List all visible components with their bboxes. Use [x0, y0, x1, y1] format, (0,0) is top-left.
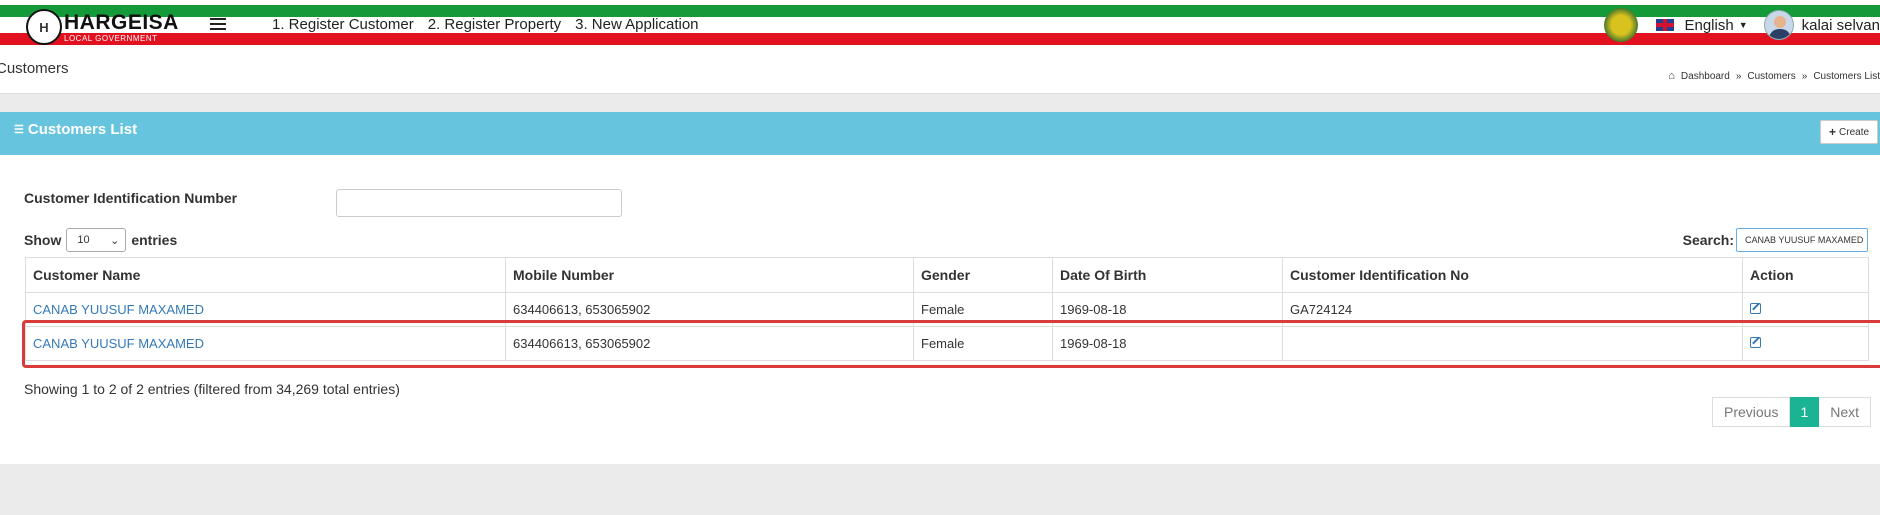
column-header-mobile-number[interactable]: Mobile Number [505, 257, 914, 293]
search-label: Search: [1682, 232, 1734, 248]
dob-cell: 1969-08-18 [1052, 326, 1283, 361]
language-label: English [1684, 16, 1734, 34]
customer-name-link[interactable]: CANAB YUUSUF MAXAMED [25, 292, 506, 327]
table-info: Showing 1 to 2 of 2 entries (filtered fr… [24, 381, 400, 397]
page-size-value: 10 [77, 234, 90, 246]
action-cell [1742, 326, 1869, 361]
uk-flag-icon [1656, 19, 1675, 31]
hamburger-icon[interactable] [210, 18, 226, 30]
panel-title-text: Customers List [27, 121, 138, 138]
table-row: CANAB YUUSUF MAXAMED 634406613, 65306590… [25, 292, 1869, 327]
table-header-row: Customer Name Mobile Number Gender Date … [25, 257, 1869, 293]
top-navbar: H HARGEISA LOCAL GOVERNMENT 1. Register … [0, 0, 1880, 50]
user-name[interactable]: kalai selvan [1802, 17, 1880, 34]
plus-icon: + [1829, 125, 1837, 139]
cid-cell: GA724124 [1282, 292, 1743, 327]
top-right-area: English ▼ kalai selvan [1604, 8, 1880, 42]
avatar[interactable] [1763, 10, 1794, 40]
action-cell [1742, 292, 1869, 327]
logo[interactable]: H HARGEISA LOCAL GOVERNMENT [26, 9, 179, 45]
pagination-previous[interactable]: Previous [1712, 397, 1791, 427]
breadcrumb-separator: » [1801, 70, 1808, 82]
top-nav-links: 1. Register Customer 2. Register Propert… [272, 16, 699, 33]
column-header-gender[interactable]: Gender [913, 257, 1053, 293]
column-header-action: Action [1742, 257, 1869, 293]
pagination-next[interactable]: Next [1819, 397, 1872, 427]
entries-label: entries [131, 232, 178, 248]
nav-register-customer[interactable]: 1. Register Customer [272, 16, 414, 33]
page-title: Customers [0, 60, 69, 77]
logo-emblem-icon: H [26, 9, 62, 45]
pagination-page-1[interactable]: 1 [1790, 397, 1820, 427]
list-icon: ☰ [14, 124, 24, 136]
create-button[interactable]: + Create [1820, 120, 1879, 144]
breadcrumb-dashboard[interactable]: Dashboard [1681, 71, 1730, 82]
breadcrumb-customers[interactable]: Customers [1747, 71, 1795, 82]
dob-cell: 1969-08-18 [1052, 292, 1283, 327]
chevron-down-icon: ⌄ [110, 234, 120, 247]
show-label: Show [24, 232, 62, 248]
logo-text: HARGEISA LOCAL GOVERNMENT [64, 12, 179, 43]
column-header-customer-id-no[interactable]: Customer Identification No [1282, 257, 1743, 293]
mobile-number-cell: 634406613, 653065902 [505, 326, 914, 361]
page-size-select[interactable]: 10 ⌄ [66, 228, 127, 252]
page-size-control: Show 10 ⌄ entries [24, 228, 177, 252]
flag-stripe-red [0, 33, 1880, 45]
government-seal-icon [1604, 8, 1639, 42]
edit-icon[interactable] [1750, 303, 1761, 314]
panel-title: ☰ Customers List [14, 121, 137, 138]
breadcrumb-separator: » [1735, 70, 1742, 82]
customers-table: Customer Name Mobile Number Gender Date … [25, 257, 1869, 361]
create-button-label: Create [1839, 126, 1870, 138]
customers-panel: ☰ Customers List + Create Customer Ident… [0, 112, 1880, 464]
page-header: Customers ⌂ Dashboard » Customers » Cust… [0, 50, 1880, 94]
pagination: Previous 1 Next [1712, 397, 1872, 427]
nav-new-application[interactable]: 3. New Application [575, 16, 698, 33]
search-input[interactable]: CANAB YUUSUF MAXAMED [1736, 228, 1868, 252]
column-header-date-of-birth[interactable]: Date Of Birth [1052, 257, 1283, 293]
breadcrumb-customers-list: Customers List [1813, 70, 1880, 82]
cid-cell [1282, 326, 1743, 361]
logo-subtitle: LOCAL GOVERNMENT [64, 33, 158, 43]
cid-filter-label: Customer Identification Number [24, 190, 238, 206]
cid-filter-input[interactable] [336, 189, 622, 217]
logo-title: HARGEISA [64, 10, 179, 34]
gender-cell: Female [913, 292, 1053, 327]
panel-header: ☰ Customers List + Create [0, 112, 1880, 155]
caret-down-icon: ▼ [1738, 20, 1748, 30]
mobile-number-cell: 634406613, 653065902 [505, 292, 914, 327]
home-icon: ⌂ [1668, 70, 1675, 82]
gender-cell: Female [913, 326, 1053, 361]
search-control: Search: CANAB YUUSUF MAXAMED [1683, 228, 1868, 252]
breadcrumb: ⌂ Dashboard » Customers » Customers List [1668, 70, 1880, 82]
table-row: CANAB YUUSUF MAXAMED 634406613, 65306590… [25, 326, 1869, 361]
column-header-customer-name[interactable]: Customer Name [25, 257, 506, 293]
language-selector[interactable]: English ▼ [1656, 16, 1748, 34]
edit-icon[interactable] [1750, 337, 1761, 348]
customer-name-link[interactable]: CANAB YUUSUF MAXAMED [25, 326, 506, 361]
nav-register-property[interactable]: 2. Register Property [428, 16, 561, 33]
